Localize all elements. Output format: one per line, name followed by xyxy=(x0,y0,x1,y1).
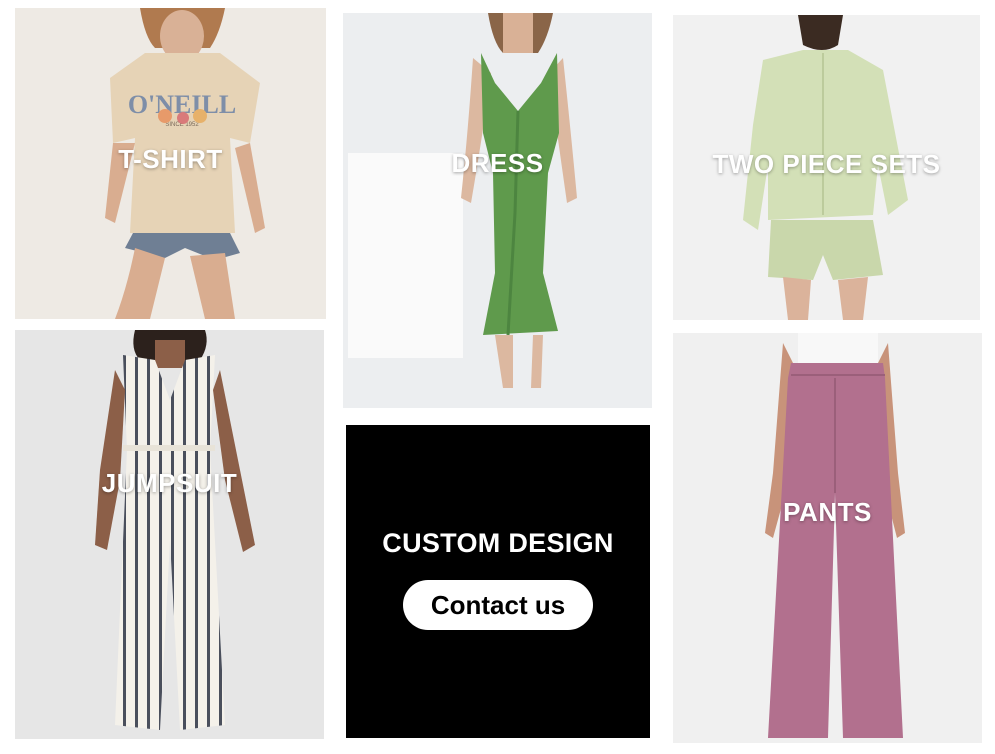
category-label-two-piece-sets: TWO PIECE SETS xyxy=(712,149,941,179)
category-tile-jumpsuit[interactable]: JUMPSUIT xyxy=(15,330,324,739)
dress-photo xyxy=(343,13,652,408)
category-tile-two-piece-sets[interactable]: TWO PIECE SETS xyxy=(673,15,980,320)
category-tile-dress[interactable]: DRESS xyxy=(343,13,652,408)
category-label-jumpsuit: JUMPSUIT xyxy=(101,468,238,498)
category-label-dress: DRESS xyxy=(451,148,544,178)
custom-design-banner: CUSTOM DESIGN Contact us xyxy=(346,425,650,738)
custom-design-title: CUSTOM DESIGN xyxy=(382,528,614,558)
contact-us-button[interactable]: Contact us xyxy=(403,580,593,630)
category-label-pants: PANTS xyxy=(783,497,872,527)
jumpsuit-photo xyxy=(15,330,324,739)
category-tile-pants[interactable]: PANTS xyxy=(673,333,982,743)
category-label-tshirt: T-SHIRT xyxy=(118,144,223,174)
category-tile-tshirt[interactable]: O'NEILL SINCE 1952 T-SHIRT xyxy=(15,8,326,319)
pants-photo xyxy=(673,333,982,743)
